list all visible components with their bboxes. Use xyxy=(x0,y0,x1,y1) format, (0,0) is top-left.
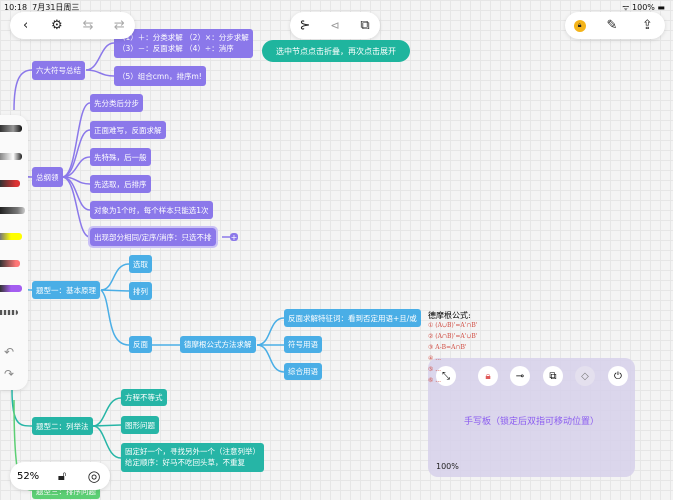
purple-marker-tool[interactable] xyxy=(0,285,22,292)
node-outline-item[interactable]: 先选取，后排序 xyxy=(90,175,151,193)
locate-icon[interactable]: ◎ xyxy=(85,467,103,485)
back-icon[interactable]: ‹ xyxy=(17,17,35,35)
highlighter-tool[interactable] xyxy=(0,233,22,240)
texture-brush-tool[interactable] xyxy=(0,310,18,315)
node-symbol-5[interactable]: （5）组合cmn，排序m! xyxy=(114,66,206,86)
toolbar-left: ‹ ⚙ ⇆ ⇄ xyxy=(10,12,135,39)
zoom-control: 52% 🔓︎ ◎ xyxy=(10,462,110,490)
pencil-tool[interactable] xyxy=(0,125,22,132)
settings-icon[interactable]: ⚙ xyxy=(48,17,66,35)
chart-icon[interactable]: ⧉ xyxy=(356,17,374,35)
node-demorgan-child[interactable]: 符号用语 xyxy=(284,336,322,353)
node-outline-item[interactable]: 正面难写，反面求解 xyxy=(90,121,166,139)
swap-icon[interactable]: ⧉ xyxy=(543,366,563,386)
brush-icon[interactable]: ✎ xyxy=(603,17,621,35)
fountain-pen-tool[interactable] xyxy=(0,207,25,214)
node-type2[interactable]: 题型二：列举法 xyxy=(32,417,93,435)
handwriting-panel-label: 手写板（锁定后双指可移动位置） xyxy=(463,417,599,427)
node-demorgan-child[interactable]: 综合用语 xyxy=(284,363,322,380)
collapse-icon[interactable]: ⊲ xyxy=(326,17,344,35)
pen-tray: ↶ ↷ xyxy=(0,115,28,390)
pen-dock-icon[interactable]: ⊸ xyxy=(510,366,530,386)
red-pen-tool[interactable] xyxy=(0,180,20,187)
toolbar-right: 🔒︎ ✎ ⇪ xyxy=(565,12,665,39)
node-type1-child[interactable]: 选取 xyxy=(129,255,152,273)
node-outline-item[interactable]: 对象为1个时，每个样本只能选1次 xyxy=(90,201,213,219)
node-outline-item[interactable]: 先分类后分步 xyxy=(90,94,143,112)
zoom-level[interactable]: 52% xyxy=(17,471,39,482)
mindmap-structure-icon[interactable]: ⊱ xyxy=(296,17,314,35)
node-demorgan[interactable]: 德摩根公式方法求解 xyxy=(180,336,256,353)
handwriting-panel[interactable]: ⤡ 🔒︎ ⊸ ⧉ ◇ ⏻ 手写板（锁定后双指可移动位置） 100% xyxy=(428,358,635,477)
lock-icon[interactable]: 🔒︎ xyxy=(478,366,498,386)
expand-plus-icon[interactable]: + xyxy=(230,233,238,242)
node-type2-child[interactable]: 图形问题 xyxy=(121,416,159,434)
redo-history-icon[interactable]: ⇄ xyxy=(110,17,128,35)
node-outline[interactable]: 总纲领 xyxy=(32,167,63,187)
node-type1[interactable]: 题型一：基本原理 xyxy=(32,281,100,299)
node-outline-item[interactable]: 先特殊，后一般 xyxy=(90,148,151,166)
toolbar-center: ⊱ ⊲ ⧉ xyxy=(290,12,380,39)
canvas-lock-icon[interactable]: 🔓︎ xyxy=(53,467,71,485)
pink-marker-tool[interactable] xyxy=(0,260,20,267)
handwritten-notes: 德摩根公式: ① (A∪B)'=A'∩B' ② (A∩B)'=A'∪B' ③ A… xyxy=(428,311,478,384)
node-demorgan-child[interactable]: 反面求解特征词：看到否定用语+且/或 xyxy=(284,309,421,327)
undo-history-icon[interactable]: ⇆ xyxy=(79,17,97,35)
handwriting-zoom: 100% xyxy=(436,462,459,471)
eraser-icon[interactable]: ◇ xyxy=(575,366,595,386)
node-type1-child[interactable]: 反面 xyxy=(129,336,152,353)
node-type1-child[interactable]: 排列 xyxy=(129,282,152,300)
undo-icon[interactable]: ↶ xyxy=(4,345,14,359)
tooltip: 选中节点点击折叠，再次点击展开 xyxy=(262,40,410,62)
share-icon[interactable]: ⇪ xyxy=(638,17,656,35)
node-type2-child[interactable]: 方程不等式 xyxy=(121,389,167,406)
node-symbols-1-4[interactable]: （1）＋：分类求解 （2）×：分步求解 （3）－：反面求解 （4）÷：消序 xyxy=(114,29,253,58)
node-type2-multi[interactable]: 固定好一个，寻找另外一个（注意列举） 给定顺序：好马不吃回头草，不重复 xyxy=(121,443,264,472)
redo-icon[interactable]: ↷ xyxy=(4,367,14,381)
pencil-lock-icon[interactable]: 🔒︎ xyxy=(573,19,586,32)
fineliner-tool[interactable] xyxy=(0,153,22,160)
power-icon[interactable]: ⏻ xyxy=(608,366,628,386)
node-six-symbols[interactable]: 六大符号总结 xyxy=(32,61,85,80)
node-outline-item-selected[interactable]: 出现部分相同/定序/消序：只选不排 xyxy=(88,226,218,248)
